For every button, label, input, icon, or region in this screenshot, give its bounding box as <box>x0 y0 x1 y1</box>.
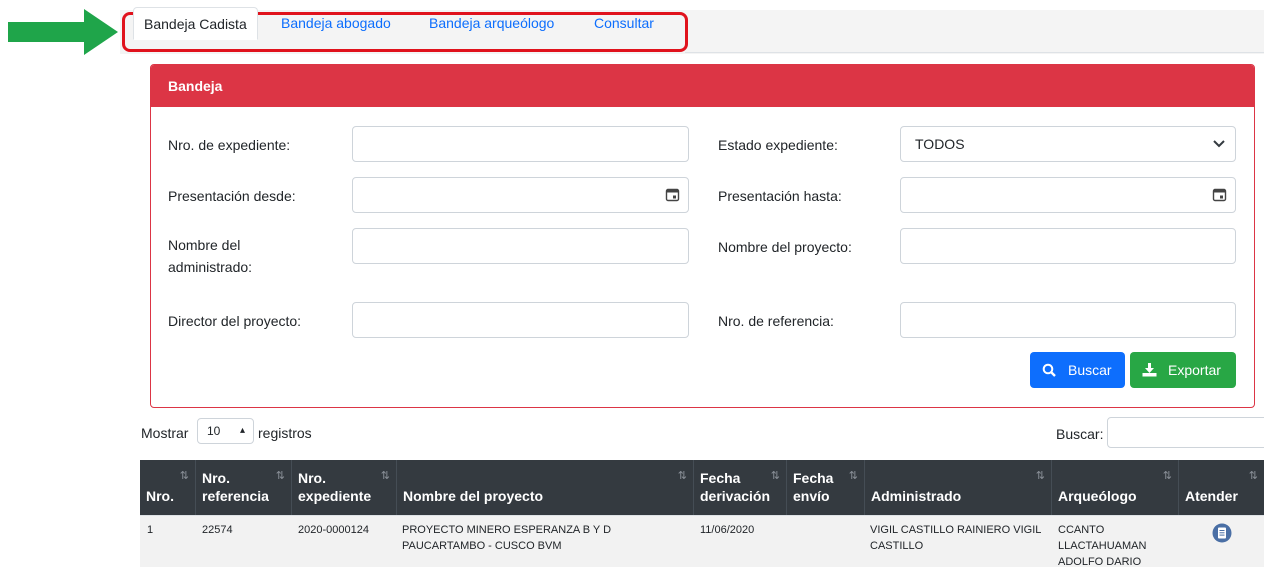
estado-selected-value: TODOS <box>915 136 965 152</box>
cell-arqueologo-line1: CCANTO <box>1058 524 1105 536</box>
th-nro[interactable]: ⇅ Nro. <box>140 460 196 515</box>
desde-label: Presentación desde: <box>168 188 296 204</box>
sort-icon: ⇅ <box>179 470 189 482</box>
filter-card: Bandeja Nro. de expediente: Estado exped… <box>150 64 1255 408</box>
th-label-1: Fecha <box>700 470 741 486</box>
search-icon <box>1042 363 1056 377</box>
green-arrow-icon <box>8 9 118 55</box>
cell-referencia: 22574 <box>202 524 233 536</box>
length-suffix: registros <box>258 425 312 441</box>
buscar-label: Buscar <box>1068 362 1112 378</box>
cell-proyecto-line2: PAUCARTAMBO - CUSCO BVM <box>402 540 562 552</box>
calendar-icon[interactable] <box>665 187 680 202</box>
chevron-down-icon <box>1213 140 1225 148</box>
card-title: Bandeja <box>151 65 1254 107</box>
tab-bandeja-cadista[interactable]: Bandeja Cadista <box>133 7 258 40</box>
cell-arqueologo-line3: ADOLFO DARIO <box>1058 556 1142 568</box>
proyecto-label: Nombre del proyecto: <box>718 239 852 255</box>
cell-proyecto: PROYECTO MINERO ESPERANZA B Y D PAUCARTA… <box>402 522 611 554</box>
th-expediente[interactable]: ⇅ Nro. expediente <box>292 460 397 515</box>
nro-expediente-label: Nro. de expediente: <box>168 137 291 153</box>
th-proyecto[interactable]: ⇅ Nombre del proyecto <box>397 460 694 515</box>
th-label-1: Fecha <box>793 470 834 486</box>
th-label-1: Nro. <box>202 470 230 486</box>
sort-icon: ⇅ <box>677 470 687 482</box>
referencia-input[interactable] <box>900 302 1236 338</box>
th-fecha-derivacion[interactable]: ⇅ Fecha derivación <box>694 460 787 515</box>
sort-icon: ⇅ <box>1035 470 1045 482</box>
hasta-label: Presentación hasta: <box>718 188 842 204</box>
th-label-1: Nro. <box>298 470 326 486</box>
cell-proyecto-line1: PROYECTO MINERO ESPERANZA B Y D <box>402 524 612 536</box>
tab-consultar[interactable]: Consultar <box>584 7 664 40</box>
th-label-2: Nombre del proyecto <box>403 488 544 504</box>
length-select[interactable]: 10 ▴︎ <box>197 418 254 444</box>
sort-icon: ⇅ <box>1162 470 1172 482</box>
sort-icon: ⇅ <box>1248 470 1258 482</box>
nro-expediente-input[interactable] <box>352 126 689 162</box>
administrado-label-line1: Nombre del <box>168 237 241 253</box>
table-header: ⇅ Nro. ⇅ Nro. referencia ⇅ Nro. expediente… <box>140 460 1264 515</box>
updown-icon: ▴︎ <box>239 425 245 436</box>
sort-icon: ⇅ <box>848 470 858 482</box>
tab-divider <box>685 52 1264 53</box>
cell-arqueologo: CCANTO LLACTAHUAMAN ADOLFO DARIO <box>1058 522 1146 570</box>
table-row: 1 22574 2020-0000124 PROYECTO MINERO ESP… <box>140 515 1264 570</box>
administrado-input[interactable] <box>352 228 689 264</box>
th-label-2: derivación <box>700 488 771 504</box>
th-fecha-envio[interactable]: ⇅ Fecha envío <box>787 460 865 515</box>
presentacion-hasta-input[interactable] <box>900 177 1236 213</box>
th-administrado[interactable]: ⇅ Administrado <box>865 460 1052 515</box>
search-label: Buscar: <box>1056 426 1104 442</box>
referencia-label: Nro. de referencia: <box>718 313 834 329</box>
director-input[interactable] <box>352 302 689 338</box>
presentacion-desde-input[interactable] <box>352 177 689 213</box>
tab-bandeja-arqueologo[interactable]: Bandeja arqueólogo <box>419 7 564 40</box>
exportar-label: Exportar <box>1168 362 1221 378</box>
th-arqueologo[interactable]: ⇅ Arqueólogo <box>1052 460 1179 515</box>
search-input[interactable] <box>1107 417 1264 448</box>
exportar-button[interactable]: Exportar <box>1130 352 1236 388</box>
length-prefix: Mostrar <box>141 425 189 441</box>
th-label-2: Nro. <box>146 488 174 504</box>
proyecto-input[interactable] <box>900 228 1236 264</box>
sort-icon: ⇅ <box>275 470 285 482</box>
cell-administrado: VIGIL CASTILLO RAINIERO VIGIL CASTILLO <box>870 522 1041 554</box>
cell-fecha-derivacion: 11/06/2020 <box>700 524 755 536</box>
cell-administrado-line1: VIGIL CASTILLO RAINIERO VIGIL <box>870 524 1042 536</box>
th-label-2: envío <box>793 488 830 504</box>
download-icon <box>1142 363 1157 377</box>
th-atender[interactable]: ⇅ Atender <box>1179 460 1264 515</box>
th-referencia[interactable]: ⇅ Nro. referencia <box>196 460 292 515</box>
estado-label: Estado expediente: <box>718 137 838 153</box>
th-label-2: expediente <box>298 488 372 504</box>
administrado-label-line2: administrado: <box>168 259 253 275</box>
th-label-2: Atender <box>1185 488 1238 504</box>
th-label-2: referencia <box>202 488 269 504</box>
tab-bandeja-abogado[interactable]: Bandeja abogado <box>271 7 401 40</box>
estado-select[interactable]: TODOS <box>900 126 1236 162</box>
cell-arqueologo-line2: LLACTAHUAMAN <box>1058 540 1147 552</box>
th-label-2: Administrado <box>871 488 962 504</box>
cell-nro: 1 <box>147 524 154 536</box>
document-icon[interactable] <box>1212 523 1232 543</box>
cell-expediente: 2020-0000124 <box>298 524 369 536</box>
sort-icon: ⇅ <box>380 470 390 482</box>
director-label: Director del proyecto: <box>168 313 302 329</box>
cell-administrado-line2: CASTILLO <box>870 540 924 552</box>
length-value: 10 <box>207 424 221 438</box>
sort-icon: ⇅ <box>770 470 780 482</box>
buscar-button[interactable]: Buscar <box>1030 352 1125 388</box>
calendar-icon[interactable] <box>1212 187 1227 202</box>
th-label-2: Arqueólogo <box>1058 488 1137 504</box>
